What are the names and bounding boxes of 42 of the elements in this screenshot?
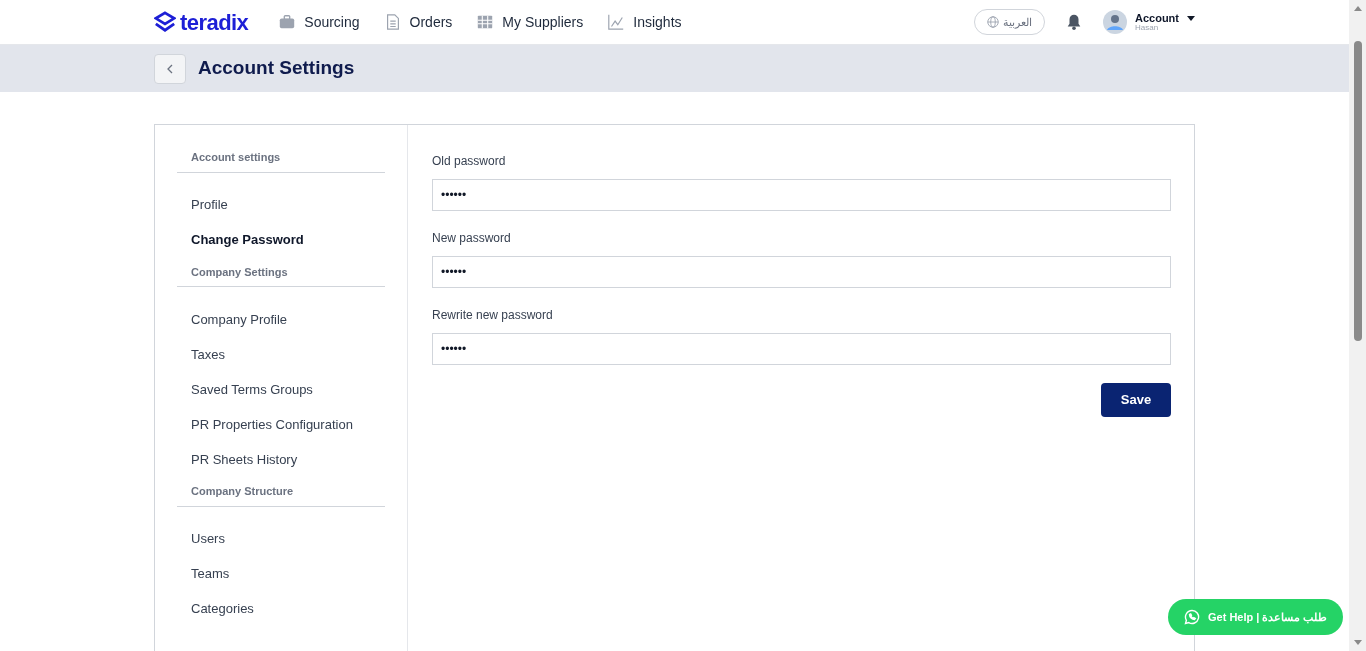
user-name: Hasan: [1135, 23, 1160, 32]
globe-icon: [987, 16, 999, 28]
field-label: Rewrite new password: [432, 307, 554, 324]
nav-link[interactable]: Orders: [383, 11, 453, 33]
avatar[interactable]: [1103, 10, 1127, 34]
password-field[interactable]: ••••••: [432, 333, 1171, 365]
save-button[interactable]: Save: [1101, 383, 1171, 417]
logo-icon: [154, 11, 176, 33]
sidebar-item[interactable]: Taxes: [177, 337, 385, 372]
scroll-up-icon[interactable]: [1353, 6, 1362, 11]
field-label: Old password: [432, 153, 507, 170]
scroll-thumb[interactable]: [1353, 41, 1362, 341]
bell-icon[interactable]: [1065, 13, 1083, 31]
briefcase-icon: [278, 13, 297, 31]
sidebar-item[interactable]: PR Sheets History: [177, 442, 385, 477]
account-label[interactable]: Account: [1135, 12, 1179, 24]
section-heading: Company Settings: [177, 263, 385, 287]
scrollbar[interactable]: [1349, 0, 1366, 651]
sidebar-item[interactable]: Users: [177, 521, 385, 557]
sidebar-item[interactable]: Teams: [177, 556, 385, 592]
sidebar-item[interactable]: Company Profile: [177, 302, 385, 337]
nav-link[interactable]: Insights: [607, 11, 682, 33]
section-heading: Company Structure: [177, 483, 385, 507]
nav-link[interactable]: Sourcing: [278, 11, 360, 33]
back-button[interactable]: [154, 53, 186, 84]
section-heading: Account settings: [177, 149, 385, 173]
sidebar-item[interactable]: Change Password: [177, 222, 385, 258]
password-field[interactable]: ••••••: [432, 256, 1171, 288]
sidebar-item[interactable]: PR Properties Configuration: [177, 407, 385, 442]
nav-link[interactable]: My Suppliers: [476, 11, 584, 33]
chart-icon: [607, 13, 626, 31]
sidebar-item[interactable]: Categories: [177, 591, 385, 627]
page-title: Account Settings: [198, 56, 355, 81]
password-field[interactable]: ••••••: [432, 179, 1171, 211]
chevron-left-icon: [166, 63, 174, 74]
caret-icon[interactable]: [1187, 15, 1195, 21]
logo[interactable]: teradix: [180, 5, 249, 39]
whatsapp-icon: [1184, 609, 1200, 625]
scroll-down-icon[interactable]: [1353, 640, 1362, 645]
sidebar-item[interactable]: Profile: [177, 187, 385, 223]
field-label: New password: [432, 230, 512, 247]
sidebar-item[interactable]: Saved Terms Groups: [177, 372, 385, 407]
